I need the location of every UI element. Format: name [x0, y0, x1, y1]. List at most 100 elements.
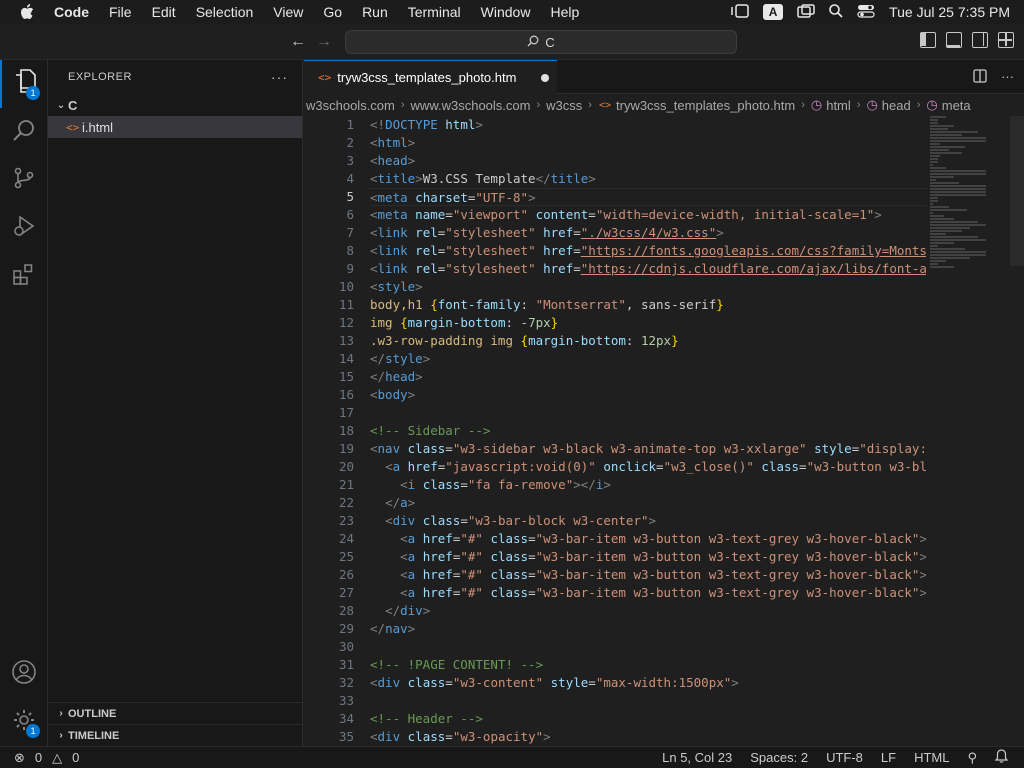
breadcrumb-item[interactable]: www.w3schools.com [409, 98, 533, 113]
code-line[interactable]: <meta name="viewport" content="width=dev… [370, 206, 926, 224]
timeline-section[interactable]: › TIMELINE [48, 724, 303, 746]
bell-icon[interactable] [994, 749, 1009, 766]
code-line[interactable]: .w3-row-padding img {margin-bottom: 12px… [370, 332, 926, 350]
code-line[interactable]: <a href="#" class="w3-bar-item w3-button… [370, 548, 926, 566]
menu-go[interactable]: Go [313, 0, 352, 24]
breadcrumb-item[interactable]: tryw3css_templates_photo.htm [614, 98, 797, 113]
menu-file[interactable]: File [99, 0, 142, 24]
forward-arrow-icon[interactable]: → [314, 32, 334, 52]
toggle-secondary-sidebar-icon[interactable] [972, 32, 988, 48]
breadcrumb-item[interactable]: head [880, 98, 913, 113]
menu-run[interactable]: Run [352, 0, 398, 24]
code-line[interactable]: <a href="#" class="w3-bar-item w3-button… [370, 530, 926, 548]
code-line[interactable]: <!-- Sidebar --> [370, 422, 926, 440]
code-line[interactable]: <body> [370, 386, 926, 404]
menu-view[interactable]: View [263, 0, 313, 24]
activity-extensions[interactable] [0, 252, 48, 300]
code-line[interactable]: </style> [370, 350, 926, 368]
code-line[interactable]: <link rel="stylesheet" href="./w3css/4/w… [370, 224, 926, 242]
code-line[interactable]: </div> [370, 602, 926, 620]
minimap[interactable] [930, 116, 1010, 346]
end-of-line[interactable]: LF [881, 750, 896, 765]
language-mode[interactable]: HTML [914, 750, 949, 765]
menu-terminal[interactable]: Terminal [398, 0, 471, 24]
code-line[interactable]: <html> [370, 134, 926, 152]
status-problems[interactable]: ⊗ 0 △ 0 [0, 750, 79, 766]
breadcrumb-item[interactable]: w3css [544, 98, 584, 113]
menubar-clock[interactable]: Tue Jul 25 7:35 PM [889, 4, 1010, 20]
activity-accounts[interactable] [0, 650, 48, 698]
code-line[interactable]: <div class="w3-content" style="max-width… [370, 674, 926, 692]
back-arrow-icon[interactable]: ← [288, 32, 308, 52]
code-line[interactable]: <!-- !PAGE CONTENT! --> [370, 656, 926, 674]
line-number: 26 [338, 567, 354, 582]
code-line[interactable]: <div class="w3-opacity"> [370, 728, 926, 746]
customize-layout-icon[interactable] [998, 32, 1014, 48]
code-line[interactable]: <link rel="stylesheet" href="https://cdn… [370, 260, 926, 278]
code-line[interactable]: <meta charset="UTF-8"> [370, 188, 926, 206]
folder-root[interactable]: ⌄ C [48, 94, 302, 116]
file-item[interactable]: <> i.html [48, 116, 302, 138]
code-line[interactable]: </nav> [370, 620, 926, 638]
encoding[interactable]: UTF-8 [826, 750, 863, 765]
activity-explorer[interactable]: 1 [0, 60, 48, 108]
code-line[interactable]: <!-- Header --> [370, 710, 926, 728]
code-line[interactable]: <nav class="w3-sidebar w3-black w3-anima… [370, 440, 926, 458]
menu-edit[interactable]: Edit [142, 0, 186, 24]
code-line[interactable]: <a href="#" class="w3-bar-item w3-button… [370, 566, 926, 584]
code-line[interactable]: <a href="#" class="w3-bar-item w3-button… [370, 584, 926, 602]
cursor-position[interactable]: Ln 5, Col 23 [662, 750, 732, 765]
activity-search[interactable] [0, 108, 48, 156]
toggle-panel-icon[interactable] [946, 32, 962, 48]
more-actions-icon[interactable]: ··· [271, 69, 288, 85]
line-number: 5 [346, 189, 354, 204]
input-source-indicator[interactable]: A [763, 4, 784, 20]
activity-manage[interactable]: 1 [0, 698, 48, 746]
vertical-scrollbar[interactable] [1010, 116, 1024, 266]
menu-selection[interactable]: Selection [186, 0, 264, 24]
code-line[interactable]: </a> [370, 494, 926, 512]
code-line[interactable] [370, 638, 926, 656]
activity-source-control[interactable] [0, 156, 48, 204]
menu-window[interactable]: Window [471, 0, 541, 24]
outline-section[interactable]: › OUTLINE [48, 702, 303, 724]
breadcrumb-item[interactable]: html [824, 98, 853, 113]
code-line[interactable]: <div class="w3-bar-block w3-center"> [370, 512, 926, 530]
code-area[interactable]: <!DOCTYPE html> <html> <head> <title>W3.CSS… [370, 116, 926, 746]
screen-mirroring-icon[interactable] [797, 3, 815, 21]
toggle-primary-sidebar-icon[interactable] [920, 32, 936, 48]
code-line[interactable]: </head> [370, 368, 926, 386]
control-center-icon[interactable] [857, 4, 875, 21]
code-line[interactable]: <head> [370, 152, 926, 170]
unsaved-dot-icon[interactable] [541, 73, 549, 82]
editor-tab[interactable]: <> tryw3css_templates_photo.htm [304, 60, 557, 94]
menu-app-code[interactable]: Code [54, 0, 99, 24]
code-editor[interactable]: 1 2 3 4 5 6 7 8 9 10 11 12 13 14 15 16 17 18 19 20 21 22 23 24 2… [304, 116, 1024, 746]
explorer-header: EXPLORER ··· [48, 60, 302, 94]
code-line[interactable]: <!DOCTYPE html> [370, 116, 926, 134]
stage-manager-icon[interactable] [731, 3, 749, 21]
indentation[interactable]: Spaces: 2 [750, 750, 808, 765]
code-line[interactable]: <style> [370, 278, 926, 296]
code-line[interactable] [370, 404, 926, 422]
copilot-icon[interactable]: ⚲ [967, 750, 977, 766]
breadcrumb-item[interactable]: meta [940, 98, 973, 113]
code-line[interactable]: body,h1 {font-family: "Montserrat", sans… [370, 296, 926, 314]
line-number: 33 [338, 693, 354, 708]
spotlight-search-icon[interactable] [829, 3, 843, 21]
code-line[interactable] [370, 692, 926, 710]
apple-logo-icon[interactable] [0, 4, 54, 20]
line-number: 18 [338, 423, 354, 438]
code-line[interactable]: <i class="fa fa-remove"></i> [370, 476, 926, 494]
breadcrumb-item[interactable]: w3schools.com [304, 98, 397, 113]
more-actions-icon[interactable]: ··· [1001, 69, 1014, 86]
code-line[interactable]: img {margin-bottom: -7px} [370, 314, 926, 332]
tab-label: tryw3css_templates_photo.htm [337, 70, 517, 85]
code-line[interactable]: <a href="javascript:void(0)" onclick="w3… [370, 458, 926, 476]
activity-run-debug[interactable] [0, 204, 48, 252]
split-editor-icon[interactable] [973, 69, 987, 86]
command-center-search[interactable]: C [345, 30, 737, 54]
menu-help[interactable]: Help [540, 0, 589, 24]
code-line[interactable]: <title>W3.CSS Template</title> [370, 170, 926, 188]
code-line[interactable]: <link rel="stylesheet" href="https://fon… [370, 242, 926, 260]
